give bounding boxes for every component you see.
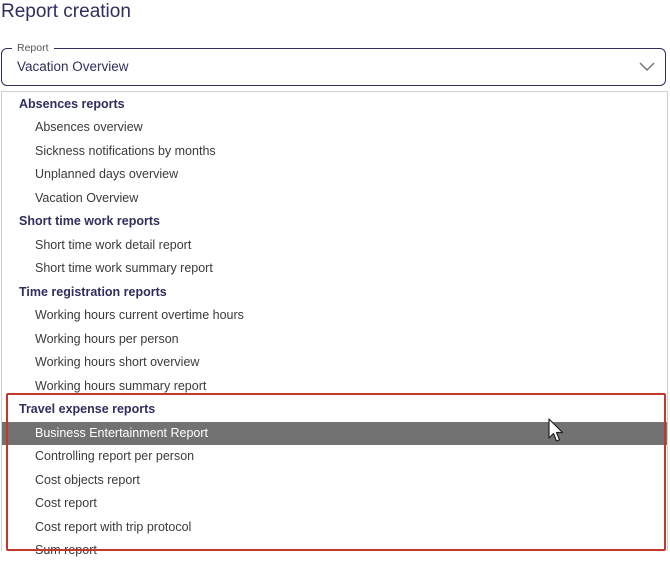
report-option[interactable]: Working hours short overview — [2, 351, 667, 374]
report-option[interactable]: Business Entertainment Report — [2, 421, 667, 445]
report-option[interactable]: Working hours current overtime hours — [2, 304, 667, 327]
report-option[interactable]: Sickness notifications by months — [2, 140, 667, 163]
report-option[interactable]: Absences overview — [2, 116, 667, 139]
report-select-legend: Report — [12, 41, 54, 55]
group-header: Travel expense reports — [19, 402, 156, 416]
mouse-cursor-icon — [548, 418, 564, 442]
report-option[interactable]: Short time work summary report — [2, 257, 667, 280]
group-header: Short time work reports — [19, 214, 160, 228]
report-select-value: Vacation Overview — [17, 59, 129, 74]
page-title: Report creation — [1, 1, 131, 22]
group-header: Time registration reports — [19, 284, 167, 299]
report-select[interactable]: Report Vacation Overview — [1, 41, 666, 86]
report-option[interactable]: Short time work detail report — [2, 234, 667, 257]
report-option[interactable]: Cost report with trip protocol — [2, 516, 667, 539]
chevron-down-icon[interactable] — [637, 58, 657, 74]
report-dropdown-list[interactable]: Absences reports Absences overview Sicknes… — [1, 91, 668, 557]
report-option[interactable]: Vacation Overview — [2, 187, 667, 210]
report-option[interactable]: Working hours per person — [2, 328, 667, 351]
report-option[interactable]: Cost report — [2, 492, 667, 515]
report-option[interactable]: Controlling report per person — [2, 445, 667, 468]
report-option[interactable]: Unplanned days overview — [2, 163, 667, 186]
report-option[interactable]: Working hours summary report — [2, 375, 667, 398]
report-option[interactable]: Cost objects report — [2, 469, 667, 492]
group-header: Absences reports — [19, 96, 125, 111]
